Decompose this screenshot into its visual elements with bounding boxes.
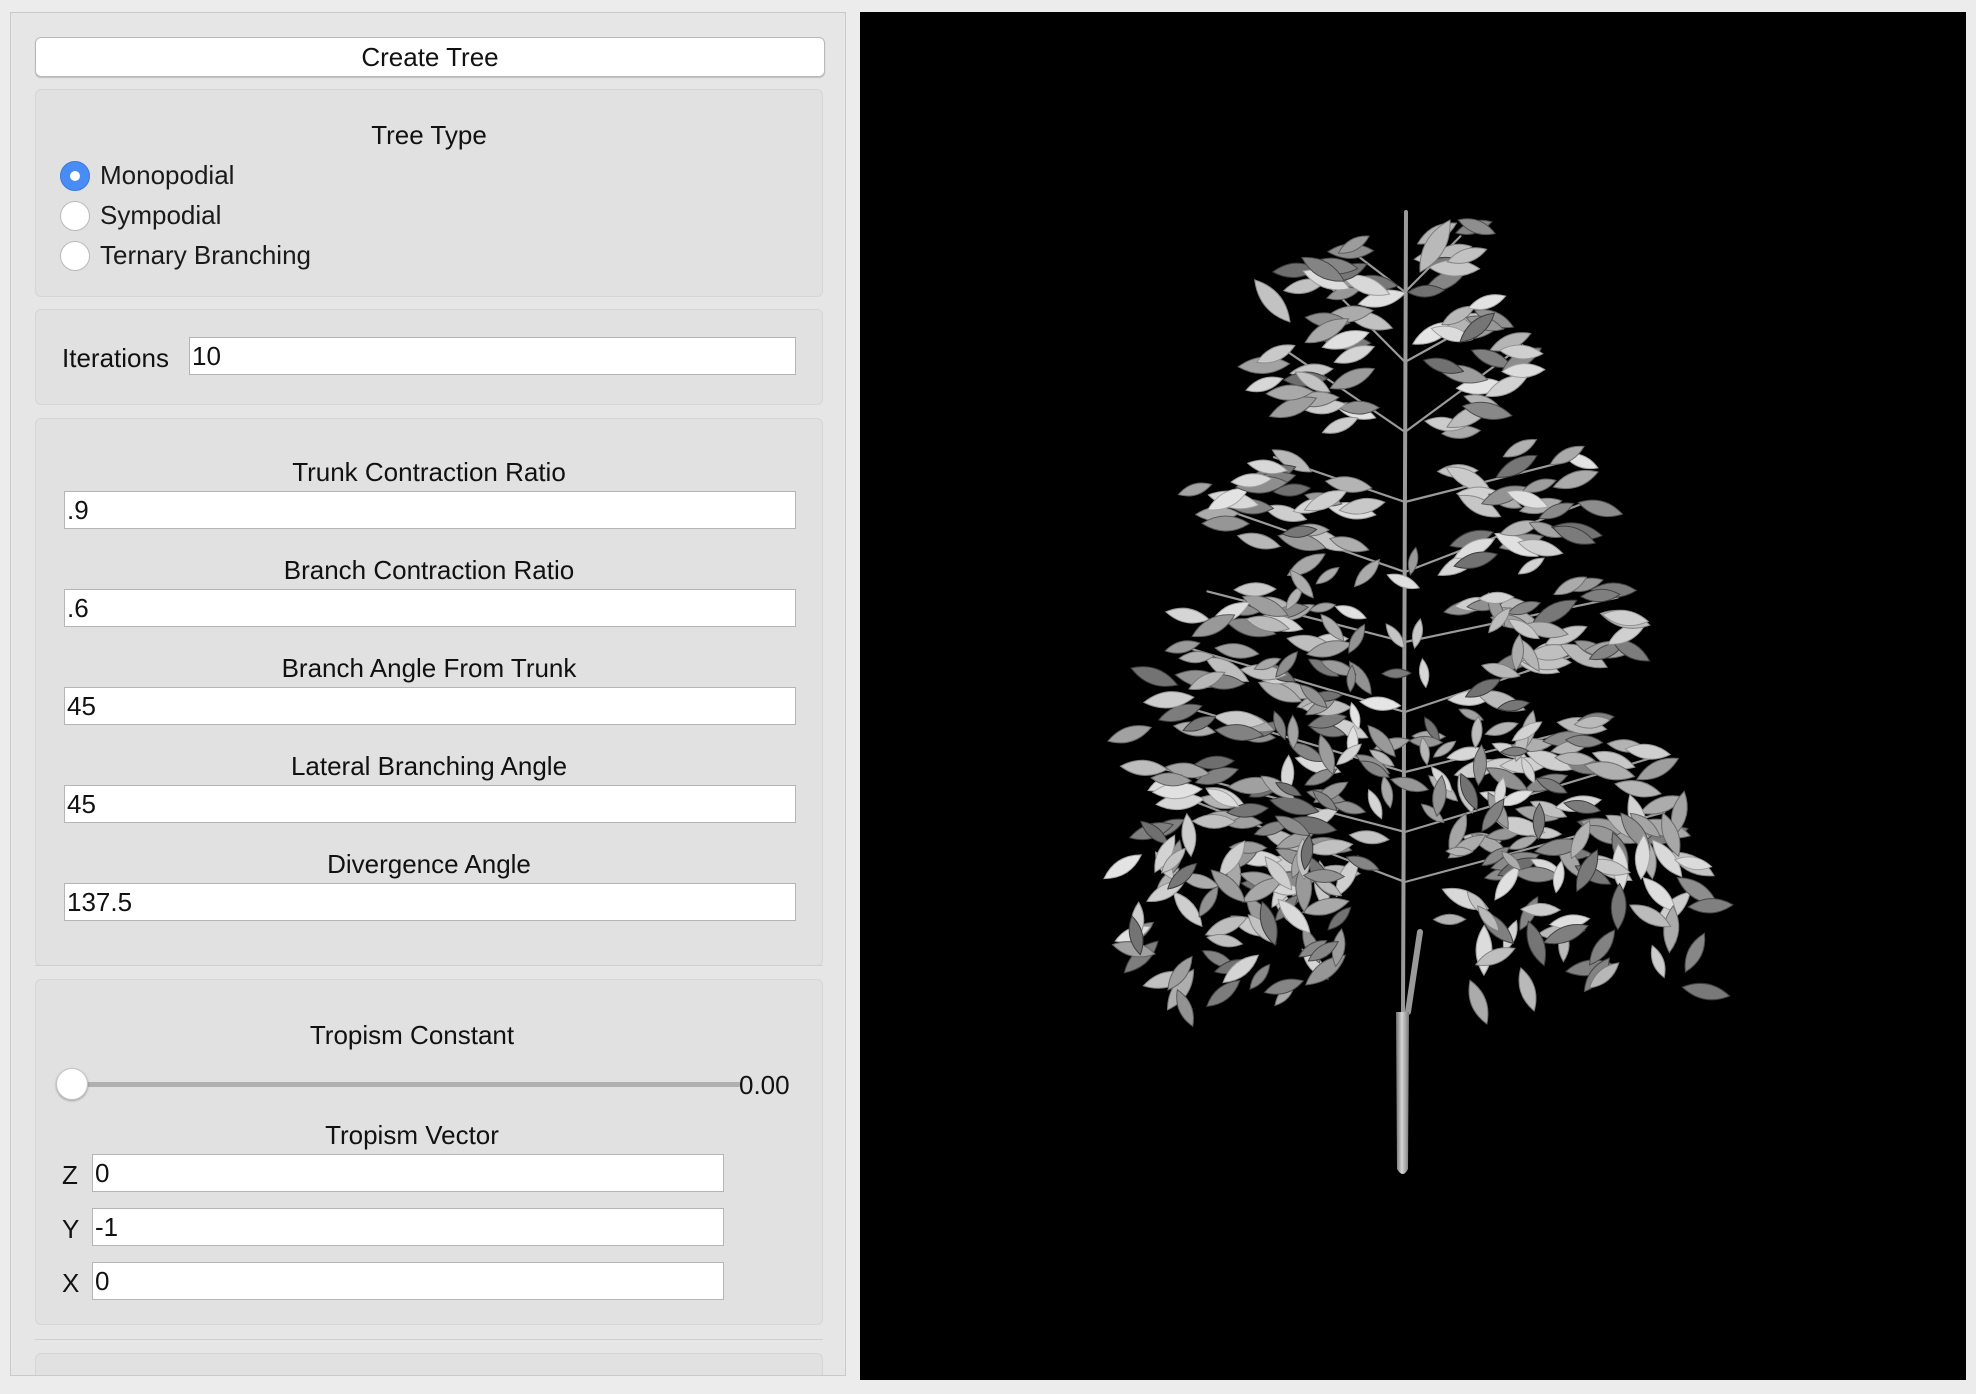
leaf: [1389, 776, 1430, 793]
leaf: [1107, 725, 1153, 744]
tropism-vector-label: Tropism Vector: [325, 1120, 499, 1150]
leaf: [1432, 913, 1467, 926]
tropism-x-input[interactable]: [92, 1262, 724, 1300]
radio-ternary-branching[interactable]: Ternary Branching: [60, 240, 311, 271]
leaf: [1681, 982, 1731, 1001]
divider: [35, 1339, 823, 1340]
leaf: [1517, 557, 1545, 575]
radio-sympodial[interactable]: Sympodial: [60, 200, 221, 231]
leaf: [1334, 605, 1367, 620]
radio-label: Ternary Branching: [100, 240, 311, 270]
branch-contraction-label: Branch Contraction Ratio: [283, 555, 575, 585]
divergence-angle-input[interactable]: [64, 883, 796, 921]
y-label: Y: [62, 1214, 80, 1244]
leaf: [1468, 979, 1489, 1025]
tropism-slider-track[interactable]: [61, 1082, 741, 1087]
branch: [1401, 210, 1408, 1014]
leaf: [1233, 582, 1277, 597]
branch-contraction-input[interactable]: [64, 589, 796, 627]
leaf: [1684, 932, 1706, 973]
control-panel: Create Tree Tree Type Monopodial Sympodi…: [10, 12, 846, 1376]
leaf: [1610, 882, 1627, 931]
tropism-z-input[interactable]: [92, 1154, 724, 1192]
radio-label: Monopodial: [100, 160, 235, 190]
leaf: [1411, 618, 1424, 649]
tree-type-group: Tree Type Monopodial Sympodial Ternary B…: [35, 89, 823, 297]
leaf: [1308, 602, 1337, 613]
iterations-input[interactable]: [189, 337, 796, 375]
collapsed-group: [35, 1353, 823, 1375]
tropism-constant-value: 0.00: [739, 1070, 790, 1100]
x-label: X: [62, 1268, 80, 1298]
leaf: [1177, 482, 1213, 497]
iterations-label: Iterations: [62, 343, 169, 373]
create-tree-button[interactable]: Create Tree: [35, 37, 825, 77]
parameters-group: Trunk Contraction Ratio Branch Contracti…: [35, 418, 823, 966]
leaf: [1353, 558, 1381, 588]
trunk-contraction-input[interactable]: [64, 491, 796, 529]
iterations-group: Iterations: [35, 309, 823, 405]
tree-render: [1103, 210, 1734, 1174]
tree-3d-viewport[interactable]: [860, 12, 1966, 1380]
trunk-contraction-label: Trunk Contraction Ratio: [292, 457, 566, 487]
tropism-slider-thumb[interactable]: [56, 1068, 88, 1100]
leaf: [1348, 830, 1390, 845]
leaf: [1315, 566, 1340, 585]
leaf: [1380, 668, 1412, 679]
leaf: [1236, 532, 1282, 550]
lateral-angle-input[interactable]: [64, 785, 796, 823]
branch: [1405, 929, 1423, 1015]
radio-button[interactable]: [60, 200, 90, 231]
leaf: [1518, 967, 1537, 1012]
radio-monopodial[interactable]: Monopodial: [60, 160, 234, 191]
tropism-group: Tropism Constant Tropism Vector Z Y X: [35, 979, 823, 1325]
leaf: [1329, 367, 1376, 390]
leaf: [1475, 924, 1493, 977]
radio-label: Sympodial: [100, 200, 222, 230]
tree-trunk: [1396, 1012, 1409, 1174]
radio-button-checked[interactable]: [60, 160, 90, 191]
leaf: [1552, 469, 1599, 490]
lateral-angle-label: Lateral Branching Angle: [290, 751, 568, 781]
leaf: [1103, 854, 1143, 880]
tropism-constant-label: Tropism Constant: [309, 1020, 515, 1050]
tropism-y-input[interactable]: [92, 1208, 724, 1246]
leaf: [1577, 499, 1624, 518]
divider: [35, 965, 823, 966]
leaf: [1650, 944, 1666, 979]
leaf: [1687, 898, 1734, 914]
tree-type-title: Tree Type: [371, 120, 487, 150]
radio-button[interactable]: [60, 240, 90, 271]
leaf: [1254, 279, 1291, 323]
branch-angle-input[interactable]: [64, 687, 796, 725]
divergence-angle-label: Divergence Angle: [327, 849, 531, 879]
branch-angle-label: Branch Angle From Trunk: [281, 653, 577, 683]
z-label: Z: [62, 1160, 78, 1190]
leaf: [1130, 666, 1179, 687]
leaf: [1418, 657, 1430, 689]
